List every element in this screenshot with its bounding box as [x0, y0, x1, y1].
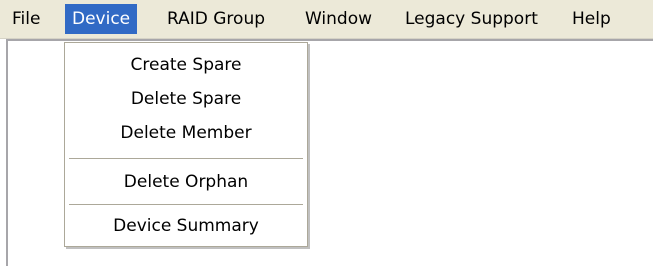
menu-bar: File Device RAID Group Window Legacy Sup…: [0, 0, 653, 39]
device-dropdown-menu: Create Spare Delete Spare Delete Member …: [64, 42, 308, 247]
menu-raid-group[interactable]: RAID Group: [160, 4, 272, 34]
menu-file[interactable]: File: [5, 4, 47, 34]
menu-item-device-summary[interactable]: Device Summary: [67, 211, 305, 241]
menu-item-delete-spare[interactable]: Delete Spare: [67, 84, 305, 114]
menu-legacy-support[interactable]: Legacy Support: [398, 4, 545, 34]
menu-window[interactable]: Window: [298, 4, 379, 34]
client-area-left-border: [6, 39, 8, 266]
menu-item-delete-member[interactable]: Delete Member: [67, 118, 305, 148]
client-area-top-border: [6, 39, 653, 41]
menu-separator: [69, 204, 303, 206]
menu-device[interactable]: Device: [65, 4, 138, 34]
menu-help[interactable]: Help: [565, 4, 618, 34]
menu-separator: [69, 158, 303, 160]
menu-item-create-spare[interactable]: Create Spare: [67, 50, 305, 80]
menu-item-delete-orphan[interactable]: Delete Orphan: [67, 167, 305, 197]
